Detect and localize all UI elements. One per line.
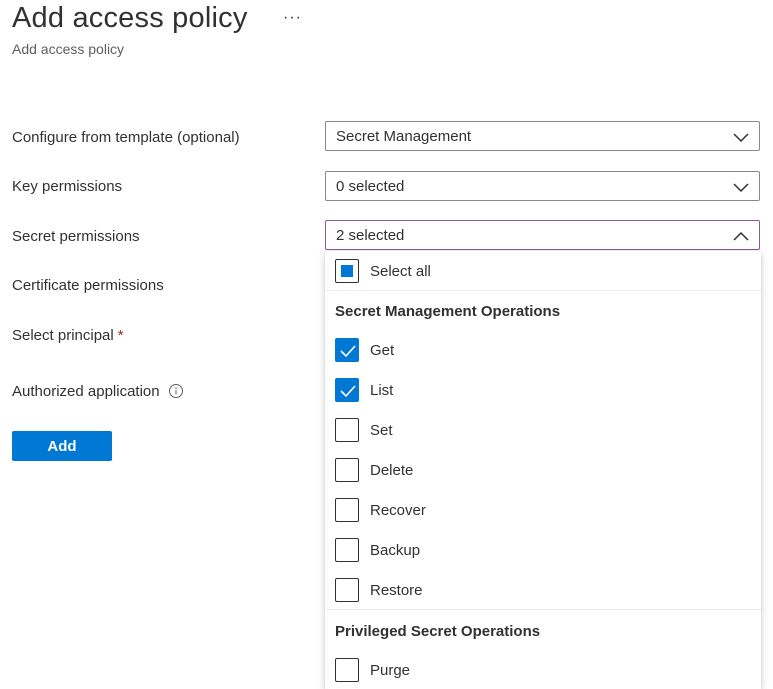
add-button[interactable]: Add [12, 431, 112, 461]
select-all-label: Select all [370, 262, 431, 280]
option-purge[interactable]: Purge [335, 658, 410, 682]
select-all-option[interactable]: Select all [335, 259, 431, 283]
recover-checkbox[interactable] [335, 498, 359, 522]
option-backup[interactable]: Backup [335, 538, 420, 562]
secret-permissions-dropdown[interactable]: 2 selected [325, 220, 760, 250]
key-permissions-dropdown-value: 0 selected [336, 178, 405, 195]
select-principal-label: Select principal * [12, 327, 124, 345]
chevron-down-icon [733, 180, 749, 193]
select-all-checkbox[interactable] [335, 259, 359, 283]
certificate-permissions-label: Certificate permissions [12, 277, 164, 294]
authorized-application-label-text: Authorized application [12, 383, 160, 400]
divider [325, 290, 761, 291]
option-label: Delete [370, 461, 414, 479]
option-get[interactable]: Get [335, 338, 394, 362]
option-set[interactable]: Set [335, 418, 393, 442]
list-checkbox[interactable] [335, 378, 359, 402]
option-label: Set [370, 421, 393, 439]
option-restore[interactable]: Restore [335, 578, 423, 602]
required-marker: * [117, 327, 124, 344]
option-label: Get [370, 341, 395, 359]
checkmark-icon [340, 345, 356, 358]
key-permissions-label: Key permissions [12, 178, 123, 195]
template-label: Configure from template (optional) [12, 129, 240, 146]
divider [325, 609, 761, 610]
authorized-application-label: Authorized application [12, 383, 184, 404]
select-principal-label-text: Select principal [12, 327, 114, 344]
chevron-up-icon [733, 229, 749, 241]
secret-permissions-dropdown-value: 2 selected [336, 227, 405, 244]
option-list[interactable]: List [335, 378, 393, 402]
option-label: List [370, 381, 394, 399]
option-label: Purge [370, 661, 411, 679]
chevron-down-icon [733, 130, 749, 143]
option-label: Backup [370, 541, 421, 559]
restore-checkbox[interactable] [335, 578, 359, 602]
get-checkbox[interactable] [335, 338, 359, 362]
template-dropdown-value: Secret Management [336, 128, 472, 145]
set-checkbox[interactable] [335, 418, 359, 442]
delete-checkbox[interactable] [335, 458, 359, 482]
option-label: Recover [370, 501, 426, 519]
checkmark-icon [340, 385, 356, 398]
secret-permissions-label: Secret permissions [12, 228, 140, 245]
option-label: Restore [370, 581, 423, 599]
secret-permissions-dropdown-panel: Select all Secret Management Operations … [325, 251, 761, 689]
info-icon[interactable] [168, 383, 184, 404]
group-header-secret-management: Secret Management Operations [335, 303, 561, 320]
page-subtitle: Add access policy [12, 41, 125, 57]
backup-checkbox[interactable] [335, 538, 359, 562]
purge-checkbox[interactable] [335, 658, 359, 682]
option-delete[interactable]: Delete [335, 458, 413, 482]
group-header-privileged-secret: Privileged Secret Operations [335, 623, 541, 640]
template-dropdown[interactable]: Secret Management [325, 121, 760, 151]
option-recover[interactable]: Recover [335, 498, 426, 522]
more-options-button[interactable]: ··· [283, 9, 302, 27]
page-title: Add access policy [12, 2, 248, 34]
key-permissions-dropdown[interactable]: 0 selected [325, 171, 760, 201]
